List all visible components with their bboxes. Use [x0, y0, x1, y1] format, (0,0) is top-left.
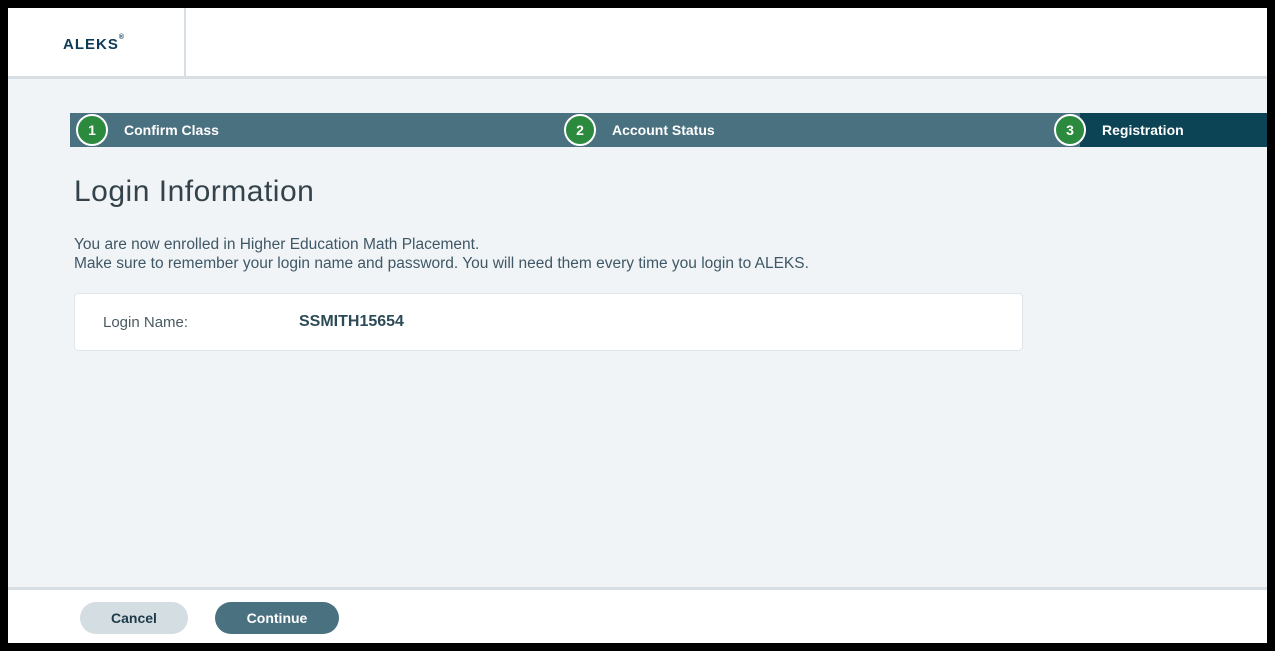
remember-message: Make sure to remember your login name an… [74, 255, 809, 272]
login-name-value: SSMITH15654 [299, 313, 404, 330]
step-confirm-class: 1 Confirm Class [76, 114, 219, 146]
login-info-card: Login Name: SSMITH15654 [74, 293, 1023, 351]
logo-cell: ALEKS® [8, 8, 186, 76]
step-number-badge: 3 [1054, 114, 1086, 146]
page-title: Login Information [74, 175, 315, 208]
progress-stepper: 1 Confirm Class 2 Account Status 3 Regis… [70, 113, 1267, 147]
cancel-button[interactable]: Cancel [80, 602, 188, 634]
step-label: Confirm Class [124, 122, 219, 138]
aleks-logo: ALEKS® [63, 34, 126, 53]
top-header: ALEKS® [8, 8, 1267, 79]
footer-bar: Cancel Continue [8, 587, 1267, 643]
logo-text: ALEKS [63, 36, 119, 53]
step-number-badge: 1 [76, 114, 108, 146]
main-content: 1 Confirm Class 2 Account Status 3 Regis… [8, 79, 1267, 587]
registered-mark: ® [118, 34, 126, 41]
step-account-status: 2 Account Status [564, 114, 715, 146]
app-window: ALEKS® 1 Confirm Class 2 Account Status … [8, 8, 1267, 643]
step-label: Account Status [612, 122, 715, 138]
step-registration: 3 Registration [1054, 114, 1184, 146]
continue-button[interactable]: Continue [215, 602, 339, 634]
login-name-label: Login Name: [103, 314, 189, 331]
step-number-badge: 2 [564, 114, 596, 146]
step-label: Registration [1102, 122, 1184, 138]
enrollment-message: You are now enrolled in Higher Education… [74, 236, 480, 253]
